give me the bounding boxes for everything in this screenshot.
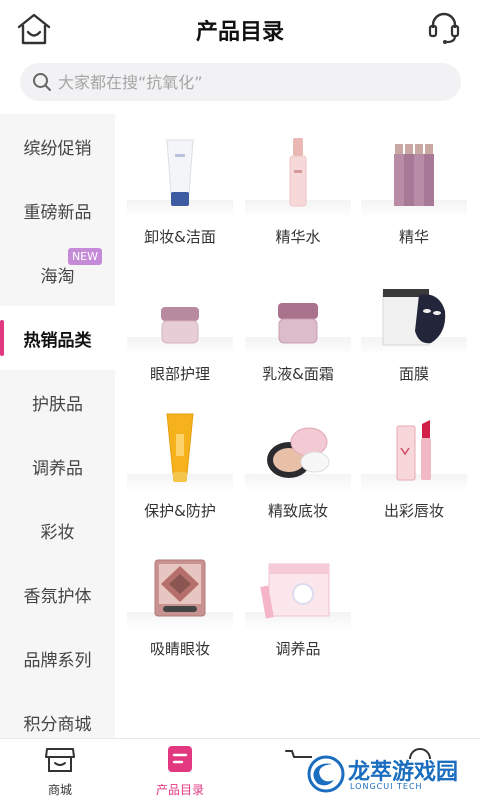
- sunscreen-tube-image: [127, 408, 233, 492]
- sidebar-item-label: 品牌系列: [23, 651, 92, 671]
- sidebar-item-label: 热销品类: [23, 331, 92, 351]
- category-tile[interactable]: 面膜: [355, 257, 473, 393]
- sidebar-item-label: 彩妆: [40, 523, 75, 543]
- tab-catalog[interactable]: 产品目录: [120, 739, 240, 800]
- tab-shop[interactable]: 商城: [0, 739, 120, 800]
- sidebar-item-hot-categories[interactable]: 热销品类: [0, 306, 115, 370]
- category-label: 精华: [398, 228, 429, 246]
- sidebar-item-new-arrivals[interactable]: 重磅新品: [0, 178, 115, 242]
- category-label: 面膜: [398, 365, 429, 383]
- search-bar[interactable]: [20, 63, 461, 101]
- sidebar-item-label: 积分商城: [23, 715, 92, 735]
- watermark-subtext: LONGCUI TECH: [350, 782, 423, 791]
- category-label: 卸妆&洁面: [144, 228, 216, 246]
- category-tile[interactable]: 吸睛眼妆: [121, 532, 239, 668]
- serum-vials-image: [361, 134, 467, 218]
- category-tile[interactable]: 精华水: [239, 120, 357, 256]
- face-cream-jar-image: [245, 271, 351, 355]
- category-grid: 卸妆&洁面 精华水 精华 眼部护理 乳液&面霜 面膜 保护&防护 精致底妆 出彩…: [115, 114, 480, 738]
- sidebar-item-label: 海淘: [40, 267, 75, 287]
- eye-cream-jar-image: [127, 271, 233, 355]
- sidebar-item-promotions[interactable]: 缤纷促销: [0, 114, 115, 178]
- category-tile[interactable]: 卸妆&洁面: [121, 120, 239, 256]
- category-label: 调养品: [275, 640, 321, 658]
- category-label: 眼部护理: [149, 365, 210, 383]
- category-label: 出彩唇妆: [383, 502, 444, 520]
- sidebar-item-makeup[interactable]: 彩妆: [0, 498, 115, 562]
- category-label: 保护&防护: [144, 502, 216, 520]
- sidebar-item-label: 护肤品: [32, 395, 83, 415]
- category-tile[interactable]: 乳液&面霜: [239, 257, 357, 393]
- shop-icon: [44, 745, 76, 773]
- page-title: 产品目录: [195, 20, 284, 45]
- cleanser-tube-image: [127, 134, 233, 218]
- category-tile[interactable]: 调养品: [239, 532, 357, 668]
- sheet-mask-image: [361, 271, 467, 355]
- watermark-logo: 龙萃游戏园 LONGCUI TECH: [306, 752, 476, 796]
- sidebar-item-supplements[interactable]: 调养品: [0, 434, 115, 498]
- sidebar-item-label: 调养品: [32, 459, 83, 479]
- search-icon: [32, 72, 52, 92]
- category-label: 吸睛眼妆: [149, 640, 210, 658]
- category-tile[interactable]: 出彩唇妆: [355, 394, 473, 530]
- watermark-icon: [307, 755, 345, 793]
- category-label: 乳液&面霜: [262, 365, 334, 383]
- category-tile[interactable]: 保护&防护: [121, 394, 239, 530]
- sidebar-item-label: 缤纷促销: [23, 139, 92, 159]
- tab-label: 商城: [47, 783, 72, 797]
- sidebar-item-fragrance[interactable]: 香氛护体: [0, 562, 115, 626]
- category-tile[interactable]: 精致底妆: [239, 394, 357, 530]
- search-input[interactable]: [58, 63, 448, 101]
- eyeshadow-palette-image: [127, 546, 233, 630]
- sidebar-item-overseas[interactable]: 海淘 NEW: [0, 242, 115, 306]
- category-tile[interactable]: 精华: [355, 120, 473, 256]
- headset-icon[interactable]: [426, 10, 462, 46]
- header: 产品目录: [0, 0, 480, 58]
- catalog-icon: [164, 745, 196, 773]
- lipstick-image: [361, 408, 467, 492]
- category-label: 精华水: [275, 228, 321, 246]
- sidebar-item-label: 香氛护体: [23, 587, 92, 607]
- category-sidebar: 缤纷促销 重磅新品 海淘 NEW 热销品类 护肤品 调养品 彩妆 香氛护体 品牌…: [0, 114, 115, 738]
- cushion-compact-image: [245, 408, 351, 492]
- sidebar-item-label: 重磅新品: [23, 203, 92, 223]
- essence-bottle-image: [245, 134, 351, 218]
- supplement-box-image: [245, 546, 351, 630]
- sidebar-item-brand-series[interactable]: 品牌系列: [0, 626, 115, 690]
- tab-label: 产品目录: [155, 783, 204, 797]
- new-badge: NEW: [67, 248, 102, 265]
- sidebar-item-skincare[interactable]: 护肤品: [0, 370, 115, 434]
- category-tile[interactable]: 眼部护理: [121, 257, 239, 393]
- category-label: 精致底妆: [267, 502, 328, 520]
